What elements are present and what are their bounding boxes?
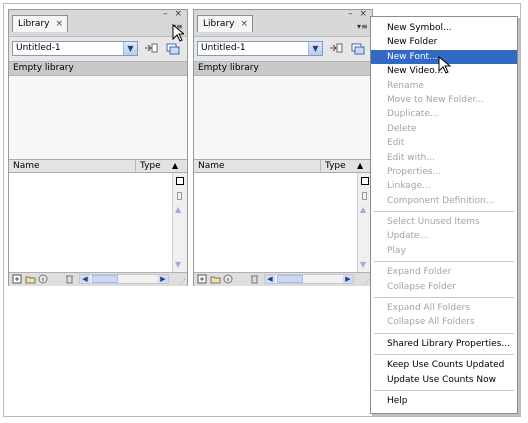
column-divider[interactable] (320, 160, 321, 172)
menu-item-expand-folder[interactable]: Expand Folder (371, 265, 517, 279)
narrow-view-icon[interactable] (362, 192, 367, 200)
new-symbol-icon[interactable] (197, 274, 207, 288)
column-name[interactable]: Name (13, 160, 40, 172)
menu-item-component-definition[interactable]: Component Definition... (371, 194, 517, 208)
library-footer: ◀ ▶ ⋰ (9, 272, 187, 286)
menu-item-linkage[interactable]: Linkage... (371, 179, 517, 193)
panel-titlebar: Library × – × ▾≡ (9, 9, 187, 36)
menu-item-collapse-all-folders[interactable]: Collapse All Folders (371, 315, 517, 329)
scroll-up-icon[interactable]: ▲ (360, 205, 366, 214)
tab-label: Library (203, 19, 235, 29)
horizontal-scrollbar[interactable]: ◀ ▶ (79, 274, 169, 284)
new-library-panel-icon[interactable] (351, 42, 365, 55)
document-select[interactable]: Untitled-1 ▼ (12, 41, 138, 56)
menu-separator (374, 297, 514, 299)
preview-area (9, 76, 187, 159)
sort-icon[interactable]: ▲ (357, 160, 363, 172)
vertical-scrollbar[interactable]: ▲ ▼ (172, 173, 187, 272)
tab-close-icon[interactable]: × (55, 16, 63, 32)
menu-item-play[interactable]: Play (371, 244, 517, 258)
column-name[interactable]: Name (198, 160, 225, 172)
menu-separator (374, 211, 514, 213)
column-type[interactable]: Type (140, 160, 161, 172)
panel-menu-icon[interactable]: ▾≡ (357, 22, 368, 31)
column-type[interactable]: Type (325, 160, 346, 172)
library-status: Empty library (9, 61, 187, 76)
scroll-down-icon[interactable]: ▼ (175, 260, 181, 269)
pin-library-icon[interactable] (329, 42, 343, 55)
properties-icon[interactable] (38, 274, 48, 288)
column-divider[interactable] (135, 160, 136, 172)
window-controls[interactable]: – × (163, 9, 184, 19)
tab-library[interactable]: Library × (197, 15, 253, 32)
library-status: Empty library (194, 61, 372, 76)
menu-separator (374, 332, 514, 334)
new-symbol-icon[interactable] (12, 274, 22, 288)
menu-item-expand-all-folders[interactable]: Expand All Folders (371, 301, 517, 315)
new-folder-icon[interactable] (210, 274, 221, 288)
pin-library-icon[interactable] (144, 42, 158, 55)
panel-titlebar: Library × – × ▾≡ (194, 9, 372, 36)
menu-item-collapse-folder[interactable]: Collapse Folder (371, 280, 517, 294)
menu-item-update-use-counts-now[interactable]: Update Use Counts Now (371, 373, 517, 387)
delete-icon[interactable] (65, 274, 74, 288)
library-list[interactable] (194, 173, 357, 272)
document-select-value: Untitled-1 (201, 43, 246, 53)
scroll-down-icon[interactable]: ▼ (360, 260, 366, 269)
window-controls[interactable]: – × (348, 9, 369, 19)
menu-item-duplicate[interactable]: Duplicate... (371, 107, 517, 121)
scroll-thumb[interactable] (92, 275, 118, 283)
column-header: Name Type ▲ (194, 159, 372, 173)
menu-separator (374, 261, 514, 263)
menu-item-properties[interactable]: Properties... (371, 165, 517, 179)
library-panel-2: Library × – × ▾≡ Untitled-1 ▼ Empty libr… (193, 9, 373, 286)
document-select[interactable]: Untitled-1 ▼ (197, 41, 323, 56)
menu-item-update[interactable]: Update... (371, 229, 517, 243)
document-select-value: Untitled-1 (16, 43, 61, 53)
menu-item-select-unused-items[interactable]: Select Unused Items (371, 215, 517, 229)
library-list[interactable] (9, 173, 172, 272)
mouse-cursor-icon (438, 55, 452, 78)
narrow-view-icon[interactable] (177, 192, 182, 200)
menu-item-edit-with[interactable]: Edit with... (371, 151, 517, 165)
mouse-cursor-icon (172, 23, 186, 45)
menu-item-keep-use-counts-updated[interactable]: Keep Use Counts Updated (371, 358, 517, 372)
preview-area (194, 76, 372, 159)
scroll-up-icon[interactable]: ▲ (175, 205, 181, 214)
menu-separator (374, 389, 514, 391)
tab-close-icon[interactable]: × (240, 16, 248, 32)
wide-view-icon[interactable] (176, 177, 184, 185)
library-footer: ◀ ▶ ⋰ (194, 272, 372, 286)
chevron-down-icon[interactable]: ▼ (123, 42, 137, 55)
menu-item-new-folder[interactable]: New Folder (371, 35, 517, 49)
menu-item-edit[interactable]: Edit (371, 136, 517, 150)
wide-view-icon[interactable] (361, 177, 369, 185)
horizontal-scrollbar[interactable]: ◀ ▶ (264, 274, 354, 284)
resize-grip-icon[interactable]: ⋰ (179, 278, 186, 286)
library-panel-1: Library × – × ▾≡ Untitled-1 ▼ Empty libr… (8, 9, 188, 286)
scroll-right-icon[interactable]: ▶ (158, 275, 168, 283)
scroll-left-icon[interactable]: ◀ (265, 275, 275, 283)
scroll-right-icon[interactable]: ▶ (343, 275, 353, 283)
menu-item-rename[interactable]: Rename (371, 79, 517, 93)
chevron-down-icon[interactable]: ▼ (308, 42, 322, 55)
scroll-left-icon[interactable]: ◀ (80, 275, 90, 283)
tab-library[interactable]: Library × (12, 15, 68, 32)
menu-item-help[interactable]: Help (371, 394, 517, 408)
column-header: Name Type ▲ (9, 159, 187, 173)
menu-item-move-to-new-folder[interactable]: Move to New Folder... (371, 93, 517, 107)
sort-icon[interactable]: ▲ (172, 160, 178, 172)
delete-icon[interactable] (250, 274, 259, 288)
scroll-thumb[interactable] (277, 275, 303, 283)
library-toolbar: Untitled-1 ▼ (194, 36, 372, 61)
menu-item-shared-library-properties[interactable]: Shared Library Properties... (371, 337, 517, 351)
menu-item-new-symbol[interactable]: New Symbol... (371, 21, 517, 35)
properties-icon[interactable] (223, 274, 233, 288)
tab-label: Library (18, 19, 50, 29)
menu-item-delete[interactable]: Delete (371, 122, 517, 136)
new-folder-icon[interactable] (25, 274, 36, 288)
menu-separator (374, 354, 514, 356)
library-toolbar: Untitled-1 ▼ (9, 36, 187, 61)
